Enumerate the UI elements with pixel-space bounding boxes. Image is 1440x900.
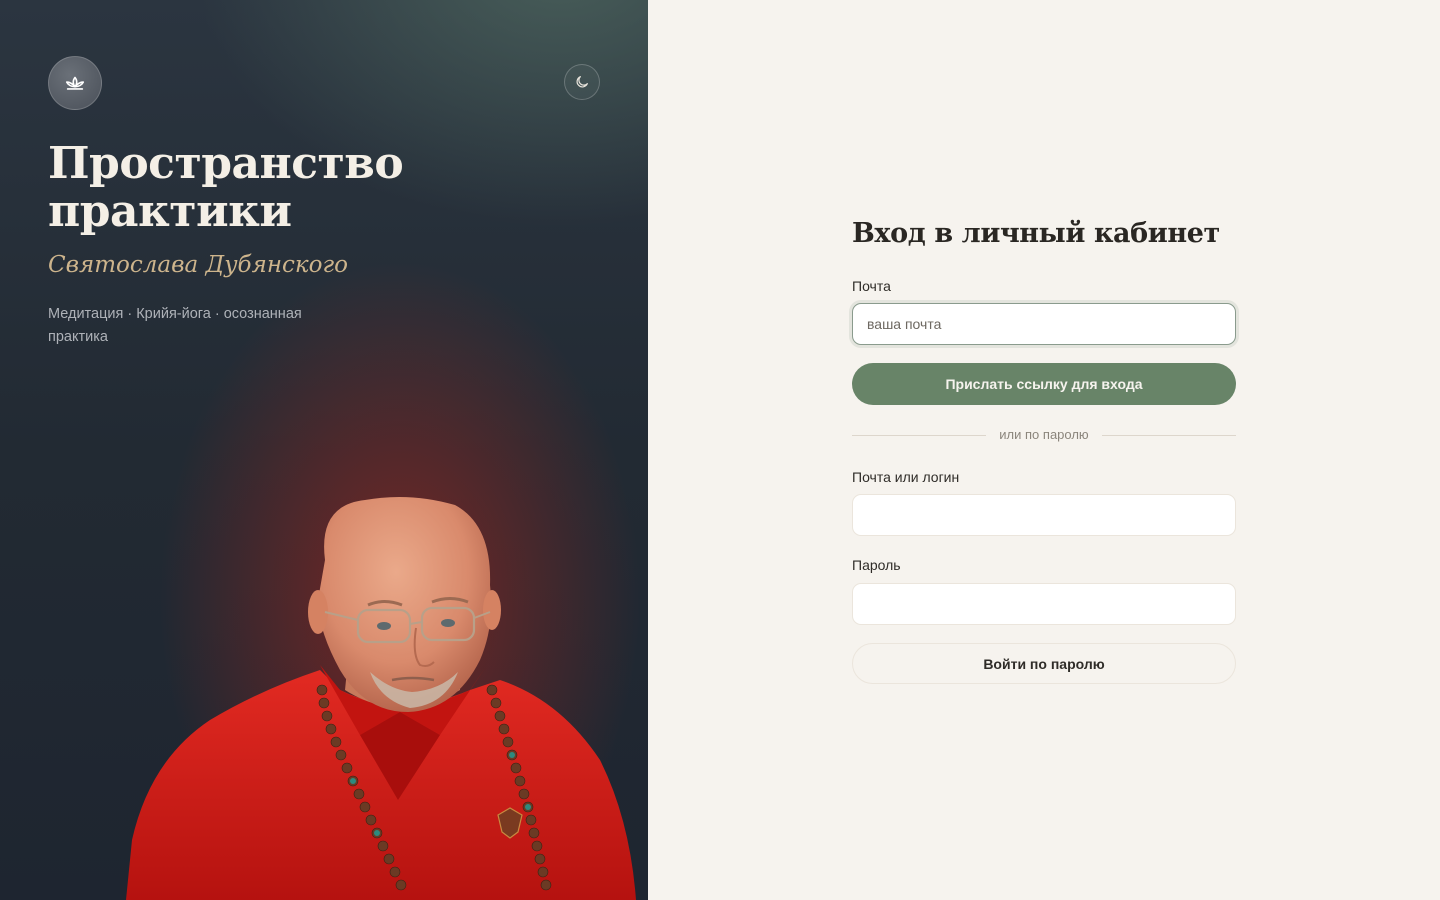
moon-icon	[576, 76, 588, 88]
lotus-icon	[65, 76, 85, 90]
login-input[interactable]	[852, 494, 1236, 536]
email-label: Почта	[852, 278, 891, 294]
hero-title-line1: Пространство	[48, 138, 404, 189]
login-label: Почта или логин	[852, 469, 960, 485]
divider-line-right	[1102, 435, 1236, 436]
login-title: Вход в личный кабинет	[852, 218, 1220, 249]
hero-title-line2: практики	[48, 186, 292, 237]
password-login-button[interactable]: Войти по паролю	[852, 643, 1236, 684]
email-input[interactable]	[852, 303, 1236, 345]
hero-description: Медитация · Крийя-йога · осознанная прак…	[48, 306, 302, 345]
hero-title: Пространство практики	[48, 140, 468, 236]
hero-subtitle: Святослава Дубянского	[48, 252, 348, 278]
password-label: Пароль	[852, 557, 901, 573]
divider: или по паролю	[852, 425, 1236, 445]
login-form: Вход в личный кабинет Почта Прислать ссы…	[852, 0, 1236, 900]
hero-panel: Пространство практики Святослава Дубянск…	[0, 0, 648, 900]
portrait-image	[126, 260, 640, 900]
send-login-link-button[interactable]: Прислать ссылку для входа	[852, 363, 1236, 405]
theme-toggle-button[interactable]	[564, 64, 600, 100]
password-input[interactable]	[852, 583, 1236, 625]
logo-button[interactable]	[48, 56, 102, 110]
